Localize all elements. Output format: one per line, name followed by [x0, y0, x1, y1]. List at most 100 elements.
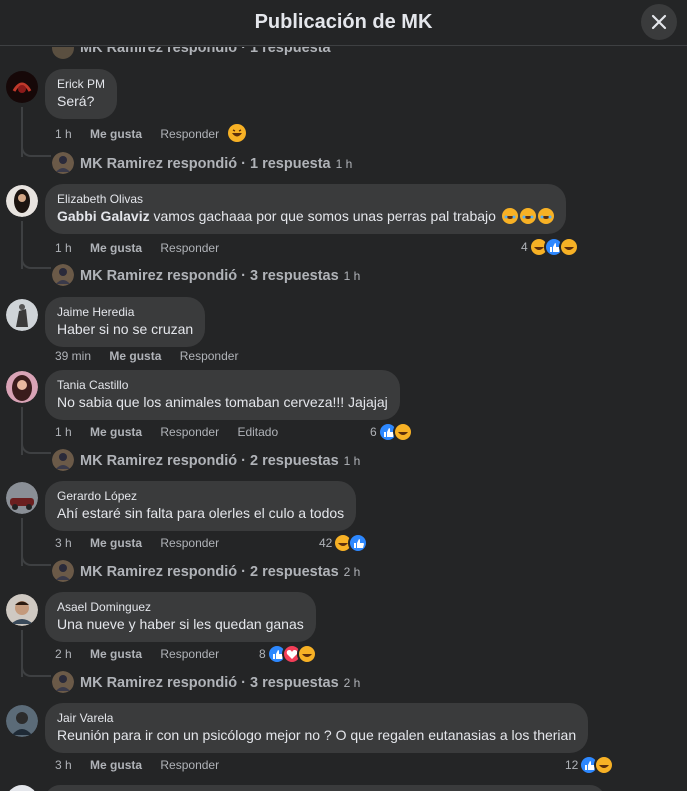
- page-title: Publicación de MK: [254, 11, 433, 33]
- reaction-count: 12: [565, 758, 579, 772]
- avatar[interactable]: [6, 371, 38, 403]
- comment-author[interactable]: Gerardo López: [57, 488, 344, 504]
- comment-text: Gabbi Galaviz vamos gachaaa por que somo…: [57, 207, 554, 226]
- avatar: [52, 264, 74, 286]
- like-button[interactable]: Me gusta: [90, 758, 142, 772]
- comment-actions: 39 min Me gusta Responder: [55, 349, 253, 363]
- comment-author[interactable]: Jair Varela: [57, 710, 576, 726]
- reply-button[interactable]: Responder: [160, 241, 219, 255]
- reaction-count: 6: [370, 425, 377, 439]
- laughing-emoji-icon: [519, 208, 536, 224]
- reply-button[interactable]: Responder: [160, 127, 219, 141]
- avatar[interactable]: [6, 185, 38, 217]
- like-button[interactable]: Me gusta: [90, 536, 142, 550]
- comment-bubble: Jaime Heredia Haber si no se cruzan: [45, 297, 206, 347]
- avatar: [52, 671, 74, 693]
- avatar[interactable]: [6, 482, 38, 514]
- like-button[interactable]: Me gusta: [90, 241, 142, 255]
- laughing-emoji-icon: [501, 208, 518, 224]
- thread-connector: [21, 552, 51, 566]
- comment-bubble: Gerardo López Ahí estaré sin falta para …: [45, 481, 357, 531]
- reaction-summary[interactable]: 6: [370, 422, 413, 442]
- comment-time[interactable]: 1 h: [55, 241, 72, 255]
- comment-author[interactable]: Asael Dominguez: [57, 599, 304, 615]
- reaction-summary[interactable]: 4: [521, 237, 579, 257]
- haha-reaction-icon: [594, 755, 615, 775]
- comment-bubble: Erick PM Será?: [45, 69, 117, 119]
- avatar[interactable]: [6, 705, 38, 737]
- like-button[interactable]: Me gusta: [90, 647, 142, 661]
- avatar[interactable]: [6, 299, 38, 331]
- avatar: [52, 449, 74, 471]
- avatar[interactable]: [6, 594, 38, 626]
- comment-actions: 2 h Me gusta Responder: [55, 647, 234, 661]
- view-replies-link[interactable]: MK Ramirez respondió · 2 respuestas 1 h: [80, 452, 360, 469]
- like-button[interactable]: Me gusta: [90, 425, 142, 439]
- view-replies-link[interactable]: MK Ramirez respondió · 1 respuesta: [80, 47, 331, 56]
- view-replies-link[interactable]: MK Ramirez respondió · 3 respuestas 2 h: [80, 674, 360, 691]
- comment-time[interactable]: 3 h: [55, 536, 72, 550]
- comment-actions: 3 h Me gusta Responder: [55, 536, 234, 550]
- comment-author[interactable]: Elizabeth Olivas: [57, 191, 554, 207]
- close-button[interactable]: [641, 4, 677, 40]
- reply-button[interactable]: Responder: [160, 758, 219, 772]
- comment-bubble: Asael Dominguez Una nueve y haber si les…: [45, 592, 316, 642]
- reaction-summary[interactable]: 8: [259, 644, 317, 664]
- view-replies-link[interactable]: MK Ramirez respondió · 2 respuestas 2 h: [80, 563, 360, 580]
- reaction-count: 42: [319, 536, 333, 550]
- avatar[interactable]: [6, 785, 38, 791]
- comment-actions: 1 h Me gusta Responder: [55, 127, 234, 141]
- avatar: [52, 152, 74, 174]
- mention-link[interactable]: Gabbi Galaviz: [57, 208, 150, 224]
- comment-time[interactable]: 3 h: [55, 758, 72, 772]
- haha-reaction-icon[interactable]: [228, 124, 246, 142]
- comment-time[interactable]: 39 min: [55, 349, 91, 363]
- comment-author[interactable]: Tania Castillo: [57, 377, 388, 393]
- comment-actions: 3 h Me gusta Responder: [55, 758, 234, 772]
- comments-feed[interactable]: MK Ramirez respondió · 1 respuesta Erick…: [0, 47, 687, 791]
- comment-actions: 1 h Me gusta Responder Editado: [55, 425, 293, 439]
- comment-text: Ahí estaré sin falta para olerles el cul…: [57, 505, 345, 521]
- comment-time[interactable]: 1 h: [55, 127, 72, 141]
- reaction-count: 4: [521, 240, 528, 254]
- dialog-header: Publicación de MK: [0, 0, 687, 46]
- reply-button[interactable]: Responder: [160, 536, 219, 550]
- thread-connector: [21, 663, 51, 677]
- comment-text: Una nueve y haber si les quedan ganas: [57, 616, 304, 632]
- comment-actions: 1 h Me gusta Responder: [55, 241, 234, 255]
- reply-button[interactable]: Responder: [180, 349, 239, 363]
- haha-reaction-icon: [392, 422, 413, 442]
- laughing-emoji-icon: [537, 208, 554, 224]
- reply-button[interactable]: Responder: [160, 647, 219, 661]
- haha-reaction-icon: [558, 237, 579, 257]
- like-button[interactable]: Me gusta: [109, 349, 161, 363]
- reaction-summary[interactable]: 42: [319, 533, 369, 553]
- like-button[interactable]: Me gusta: [90, 127, 142, 141]
- like-reaction-icon: [348, 533, 369, 553]
- reaction-count: 8: [259, 647, 266, 661]
- comment-bubble: [45, 785, 605, 791]
- reply-button[interactable]: Responder: [160, 425, 219, 439]
- comment-bubble: Tania Castillo No sabia que los animales…: [45, 370, 400, 420]
- comment-text: Haber si no se cruzan: [57, 321, 194, 337]
- comment-time[interactable]: 2 h: [55, 647, 72, 661]
- comment-bubble: Elizabeth Olivas Gabbi Galaviz vamos gac…: [45, 184, 566, 234]
- comment-time[interactable]: 1 h: [55, 425, 72, 439]
- comment-author[interactable]: Erick PM: [57, 76, 105, 92]
- thread-connector: [21, 255, 51, 269]
- avatar[interactable]: [6, 71, 38, 103]
- view-replies-link[interactable]: MK Ramirez respondió · 1 respuesta 1 h: [80, 155, 352, 172]
- haha-reaction-icon: [296, 644, 317, 664]
- thread-connector: [21, 440, 51, 454]
- close-icon: [651, 14, 667, 30]
- thread-connector: [21, 143, 51, 157]
- reaction-summary[interactable]: 12: [565, 755, 615, 775]
- avatar: [52, 560, 74, 582]
- comment-author[interactable]: Jaime Heredia: [57, 304, 193, 320]
- comment-text: No sabia que los animales tomaban cervez…: [57, 394, 388, 410]
- view-replies-link[interactable]: MK Ramirez respondió · 3 respuestas 1 h: [80, 267, 360, 284]
- comment-bubble: Jair Varela Reunión para ir con un psicó…: [45, 703, 589, 753]
- comment-text: Será?: [57, 93, 95, 109]
- edited-label: Editado: [237, 425, 279, 439]
- comment-text: Reunión para ir con un psicólogo mejor n…: [57, 727, 577, 743]
